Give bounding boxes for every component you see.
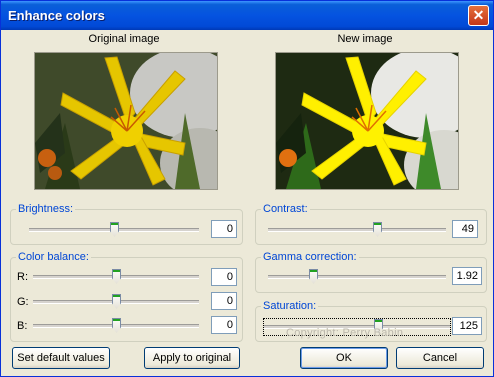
slider-thumb[interactable] [112, 294, 121, 309]
contrast-label: Contrast: [261, 203, 310, 215]
copyright-watermark: Copyright: Perry Babin [286, 327, 404, 339]
contrast-group: Contrast: 49 [255, 203, 487, 245]
close-button[interactable]: ✕ [468, 5, 489, 26]
green-label: G: [17, 296, 29, 308]
gamma-correction-label: Gamma correction: [261, 251, 359, 263]
contrast-value[interactable]: 49 [452, 220, 478, 238]
brightness-slider[interactable] [29, 222, 199, 238]
original-image [34, 52, 218, 190]
color-balance-label: Color balance: [16, 251, 91, 263]
slider-thumb[interactable] [110, 222, 119, 237]
gamma-correction-value[interactable]: 1.92 [452, 267, 482, 285]
gamma-correction-group: Gamma correction: 1.92 [255, 251, 487, 293]
saturation-value[interactable]: 125 [452, 317, 482, 335]
brightness-label: Brightness: [16, 203, 76, 215]
contrast-slider[interactable] [268, 222, 446, 238]
original-flower-photo [35, 53, 217, 189]
title-bar[interactable]: Enhance colors ✕ [1, 1, 493, 30]
saturation-label: Saturation: [261, 300, 319, 312]
slider-thumb[interactable] [309, 269, 318, 284]
slider-thumb[interactable] [112, 269, 121, 284]
slider-thumb[interactable] [112, 318, 121, 333]
green-value[interactable]: 0 [211, 292, 237, 310]
blue-label: B: [17, 320, 28, 332]
new-flower-photo [276, 53, 458, 189]
brightness-value[interactable]: 0 [211, 220, 237, 238]
new-image-caption: New image [337, 33, 393, 45]
red-slider[interactable] [33, 269, 199, 285]
ok-button[interactable]: OK [300, 347, 388, 369]
brightness-group: Brightness: 0 [10, 203, 243, 245]
dialog-content: Original image New image Brightness: 0 C… [4, 30, 490, 374]
apply-to-original-button[interactable]: Apply to original [144, 347, 240, 369]
cancel-button[interactable]: Cancel [396, 347, 484, 369]
slider-track [268, 228, 446, 232]
set-default-values-button[interactable]: Set default values [12, 347, 110, 369]
dialog-title: Enhance colors [8, 8, 105, 23]
slider-track [268, 275, 446, 279]
red-value[interactable]: 0 [211, 268, 237, 286]
blue-value[interactable]: 0 [211, 316, 237, 334]
color-balance-group: Color balance: R: 0 G: 0 B: 0 [10, 251, 243, 342]
red-label: R: [17, 271, 28, 283]
blue-slider[interactable] [33, 318, 199, 334]
new-image [275, 52, 459, 190]
enhance-colors-dialog: Enhance colors ✕ Original image New imag… [0, 0, 494, 377]
gamma-correction-slider[interactable] [268, 269, 446, 285]
green-slider[interactable] [33, 294, 199, 310]
slider-thumb[interactable] [373, 222, 382, 237]
original-image-caption: Original image [88, 33, 160, 45]
